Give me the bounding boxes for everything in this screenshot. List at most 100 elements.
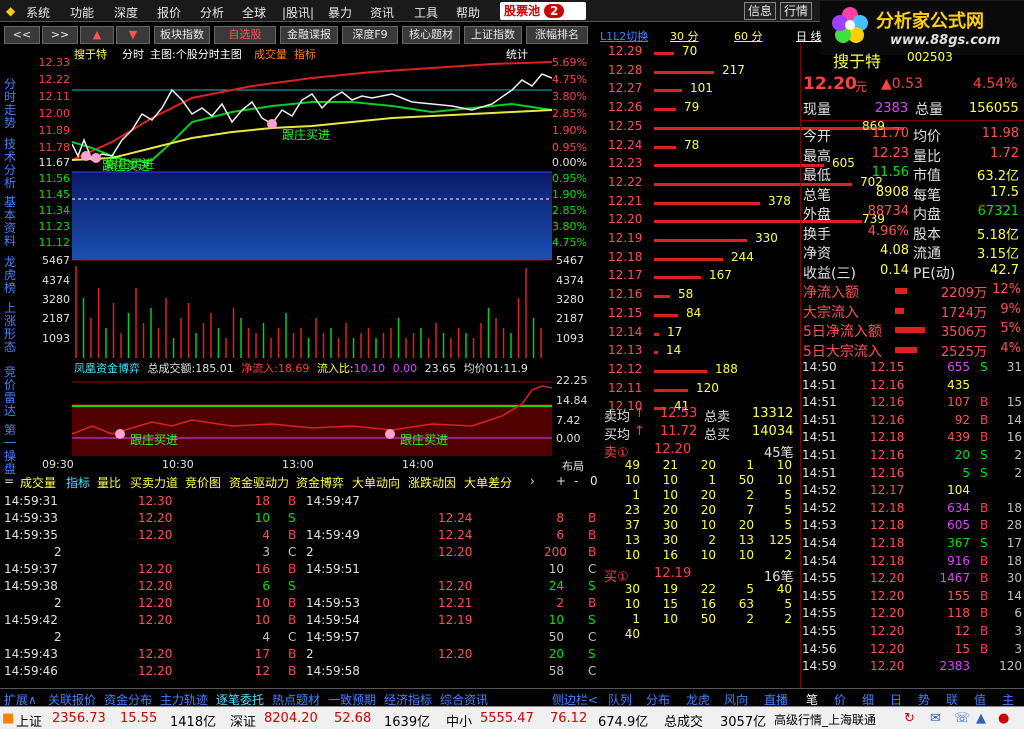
tick-volume: 107 (947, 395, 970, 410)
price-ladder: 12.29 70 12.28 217 12.27 101 12.26 79 12.25 869 12… (0, 44, 904, 413)
tick-row-right: 14:51 12.16 435 (802, 376, 1024, 394)
stat-value: 42.7 (990, 262, 1019, 278)
ladder-volume: 84 (686, 305, 702, 320)
stock-pool-button[interactable]: 股票池 2 (500, 2, 586, 20)
ladder-bar (654, 70, 714, 74)
flow-value: 3506万 (940, 325, 987, 340)
mail-icon[interactable]: ✉ (930, 711, 941, 726)
chat-icon[interactable]: ☏ (954, 711, 970, 726)
tick-row-right: 14:55 12.20 12 B 3 (802, 622, 1024, 640)
price-unit: 元 (855, 80, 868, 94)
menu-tools[interactable]: 工具 (414, 4, 438, 21)
total-vol: 156055 (969, 101, 1019, 116)
tick-time: 14:51 (802, 465, 837, 480)
back-button[interactable]: << (4, 26, 40, 44)
tick-price: 12.20 (870, 641, 905, 656)
tick-price: 12.15 (870, 360, 905, 374)
ladder-bar (654, 332, 659, 336)
l1l2-switch[interactable]: L1L2切换 (600, 28, 648, 44)
menu-help[interactable]: 帮助 (456, 4, 480, 21)
stat-label: 换手 (803, 226, 831, 243)
stat-value: 4.08 (880, 243, 909, 258)
stat-row: 最低 11.56 市值 63.2亿 (801, 165, 1024, 184)
menu-analysis[interactable]: 分析 (200, 4, 224, 21)
menu-info[interactable]: 资讯 (370, 4, 394, 21)
menu-function[interactable]: 功能 (70, 4, 94, 21)
flow-label: 大宗流入 (803, 304, 859, 321)
ladder-price: 12.20 (608, 212, 643, 227)
ladder-bar (654, 201, 760, 205)
ladder-price: 12.28 (608, 62, 643, 77)
watchlist-button[interactable]: 自选股 (214, 26, 276, 44)
tab-daily[interactable]: 日 线 (796, 28, 822, 44)
tick-volume: 367 (947, 536, 970, 550)
tick-price: 12.17 (870, 483, 905, 498)
sh-index: 2356.73 (52, 711, 106, 726)
tick-side: S (980, 536, 988, 550)
tick-row-right: 14:54 12.18 916 B 18 (802, 552, 1024, 570)
tick-price: 12.16 (870, 412, 905, 427)
up-arrow-icon[interactable]: ▲ (80, 26, 114, 44)
app-icon[interactable]: ◆ (6, 4, 15, 18)
tick-volume: 1467 (939, 571, 970, 586)
tab-30min[interactable]: 30 分 (670, 28, 699, 44)
status-icon: ■ (2, 711, 15, 726)
tick-price: 12.20 (870, 571, 905, 586)
core-theme-button[interactable]: 核心题材 (402, 26, 460, 44)
menu-violence[interactable]: 暴力 (328, 4, 352, 21)
stat-label: 量比 (913, 148, 941, 165)
ladder-row: 12.16 58 (608, 287, 798, 305)
tick-count: 6 (1014, 606, 1022, 621)
stat-label: 流通 (913, 246, 941, 262)
sz-index: 8204.20 (264, 711, 318, 726)
ladder-price: 12.15 (608, 305, 643, 320)
ladder-row: 12.18 244 (608, 250, 798, 268)
menu-global[interactable]: 全球 (242, 4, 266, 21)
info-button[interactable]: 信息 (744, 2, 776, 20)
ladder-row: 12.27 101 (608, 81, 798, 99)
ladder-price: 12.14 (608, 324, 643, 339)
sh-change: 15.55 (120, 711, 158, 726)
ladder-row: 12.28 217 (608, 63, 798, 81)
tick-time: 14:59 (802, 659, 837, 674)
ladder-volume: 58 (678, 287, 694, 302)
flow-value: 2525万 (940, 344, 987, 360)
tick-side: B (980, 606, 989, 621)
bottom-tabs: 扩展∧ 关联报价 资金分布 主力轨迹 逐笔委托 热点题材 一致预期 经济指标 综… (0, 688, 1024, 707)
tick-time: 14:53 (802, 518, 837, 533)
tab-60min[interactable]: 60 分 (734, 28, 763, 44)
tick-row-right: 14:51 12.16 92 B 14 (802, 411, 1024, 429)
stat-value: 3.15亿 (977, 247, 1019, 262)
tick-time: 14:54 (802, 536, 837, 550)
tick-side: S (980, 448, 988, 462)
tick-count: 2 (1014, 465, 1022, 480)
sector-index-button[interactable]: 板块指数 (154, 26, 210, 44)
tick-price: 12.18 (870, 518, 905, 533)
tick-price: 12.16 (870, 395, 905, 410)
flower-logo-icon (832, 7, 868, 43)
divider (801, 120, 1024, 121)
stat-value: 4.96% (867, 223, 909, 239)
tick-row-right: 14:52 12.17 104 (802, 481, 1024, 499)
tick-price: 12.18 (870, 430, 905, 445)
feed-name[interactable]: 高级行情_上海联通 (774, 711, 876, 728)
gain-ranking-button[interactable]: 涨幅排名 (526, 26, 588, 44)
refresh-icon[interactable]: ↻ (904, 711, 915, 726)
depth-f9-button[interactable]: 深度F9 (342, 26, 398, 44)
flow-pct: 4% (1000, 340, 1021, 356)
ladder-row: 12.14 17 (608, 325, 798, 343)
menu-depth[interactable]: 深度 (114, 4, 138, 21)
down-arrow-icon[interactable]: ▼ (116, 26, 150, 44)
ladder-price: 12.24 (608, 137, 643, 152)
market-button[interactable]: 行情 (780, 2, 812, 20)
menu-news[interactable]: |股讯| (282, 4, 314, 21)
tick-price: 12.20 (870, 606, 905, 621)
ladder-volume: 244 (731, 249, 754, 264)
menu-quote[interactable]: 报价 (157, 4, 181, 21)
finance-report-button[interactable]: 金融谍报 (280, 26, 338, 44)
tick-count: 3 (1014, 624, 1022, 638)
menu-system[interactable]: 系统 (26, 4, 50, 21)
tick-volume: 5 (962, 465, 970, 480)
forward-button[interactable]: >> (42, 26, 78, 44)
sh-index-button[interactable]: 上证指数 (464, 26, 522, 44)
